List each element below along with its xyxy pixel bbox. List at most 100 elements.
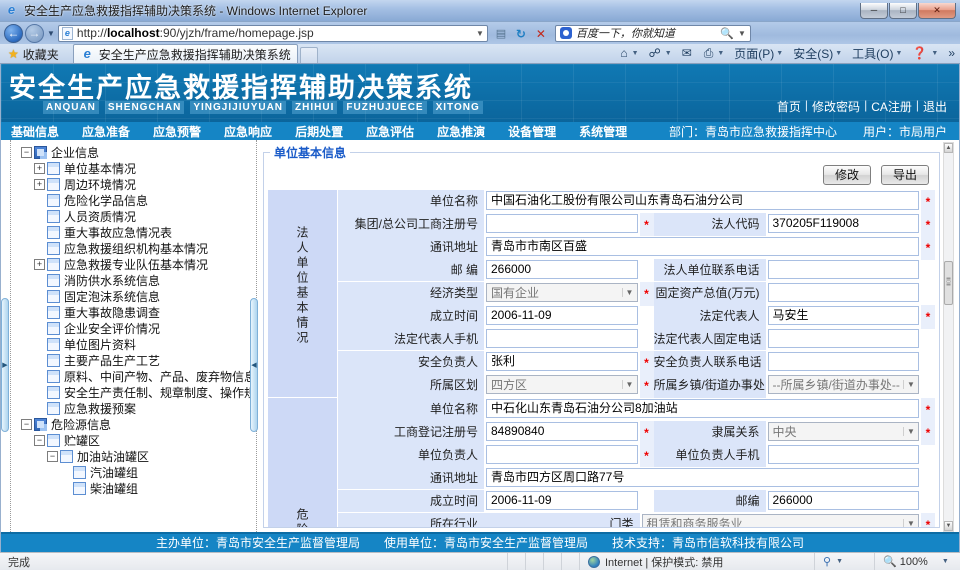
text-input[interactable] xyxy=(486,214,638,233)
scrollbar-thumb[interactable] xyxy=(944,261,953,305)
tree-item[interactable]: −加油站油罐区 xyxy=(11,448,256,464)
home-button[interactable]: ⌂▼ xyxy=(615,46,643,60)
expand-icon[interactable]: + xyxy=(34,179,45,190)
tree-item[interactable]: +周边环境情况 xyxy=(11,176,256,192)
tree-item[interactable]: 企业安全评价情况 xyxy=(11,320,256,336)
search-dropdown-icon[interactable]: ▼ xyxy=(734,29,746,38)
left-splitter-handle[interactable]: ▶ xyxy=(1,298,9,432)
text-input[interactable] xyxy=(768,352,920,371)
menu-item[interactable]: 系统管理 xyxy=(575,123,646,140)
collapse-icon[interactable]: − xyxy=(21,147,32,158)
search-box[interactable]: 百度一下，你就知道 🔍 ▼ xyxy=(555,25,751,42)
tree-item[interactable]: −企业信息 xyxy=(11,144,256,160)
favorites-button[interactable]: ★ 收藏夹 xyxy=(0,45,67,63)
text-input[interactable] xyxy=(486,445,638,464)
address-dropdown-icon[interactable]: ▼ xyxy=(472,29,484,38)
tree-item[interactable]: 重大事故隐患调查 xyxy=(11,304,256,320)
text-input[interactable]: 青岛市市南区百盛 xyxy=(486,237,919,256)
text-input[interactable] xyxy=(768,329,920,348)
text-input[interactable]: 266000 xyxy=(768,491,920,510)
collapse-icon[interactable]: − xyxy=(21,419,32,430)
collapse-icon[interactable]: − xyxy=(47,451,58,462)
tree-item[interactable]: 汽油罐组 xyxy=(11,464,256,480)
select-input[interactable]: --所属乡镇/街道办事处--▼ xyxy=(768,375,920,394)
new-tab-button[interactable] xyxy=(300,47,318,63)
text-input[interactable]: 370205F119008 xyxy=(768,214,920,233)
text-input[interactable] xyxy=(768,283,920,302)
tree-item[interactable]: 消防供水系统信息 xyxy=(11,272,256,288)
menu-item[interactable]: 基础信息 xyxy=(7,123,78,140)
zoom-level-control[interactable]: 🔍 100% ▼ xyxy=(874,553,960,570)
banner-link-1[interactable]: 修改密码 xyxy=(810,98,862,115)
page-menu[interactable]: 页面(P)▼ xyxy=(729,45,788,62)
tree-item[interactable]: 单位图片资料 xyxy=(11,336,256,352)
select-input[interactable]: 中央▼ xyxy=(768,422,920,441)
tree-item[interactable]: 应急救援组织机构基本情况 xyxy=(11,240,256,256)
scroll-down-arrow[interactable]: ▼ xyxy=(944,521,953,531)
tree-item[interactable]: −危险源信息 xyxy=(11,416,256,432)
expand-icon[interactable]: + xyxy=(34,163,45,174)
collapse-icon[interactable]: − xyxy=(34,435,45,446)
tree-item[interactable]: +应急救援专业队伍基本情况 xyxy=(11,256,256,272)
modify-button[interactable]: 修改 xyxy=(823,165,871,185)
maximize-button[interactable]: □ xyxy=(889,3,917,19)
text-input[interactable]: 266000 xyxy=(486,260,638,279)
stop-button[interactable]: ✕ xyxy=(531,24,551,43)
menu-item[interactable]: 应急响应 xyxy=(220,123,291,140)
text-input[interactable] xyxy=(768,260,920,279)
close-button[interactable]: ✕ xyxy=(918,3,956,19)
address-bar[interactable]: e http://localhost:90/yjzh/frame/homepag… xyxy=(58,25,488,42)
compatibility-view-button[interactable]: ▤ xyxy=(491,24,511,43)
select-input[interactable]: 国有企业▼ xyxy=(486,283,638,302)
forward-button[interactable]: → xyxy=(25,24,44,43)
url-text[interactable]: http://localhost:90/yjzh/frame/homepage.… xyxy=(77,26,472,40)
menu-item[interactable]: 设备管理 xyxy=(504,123,575,140)
tree-item[interactable]: 重大事故应急情况表 xyxy=(11,224,256,240)
export-button[interactable]: 导出 xyxy=(881,165,929,185)
content-scrollbar[interactable]: ▲ ▼ xyxy=(943,142,954,532)
page-zoom-button[interactable]: ⚲ ▼ xyxy=(814,553,874,570)
tree-collapse-handle[interactable]: ◀ xyxy=(250,298,258,432)
help-menu[interactable]: ❓▼ xyxy=(907,46,943,60)
search-icon[interactable]: 🔍 xyxy=(720,27,734,40)
back-button[interactable]: ← xyxy=(4,24,23,43)
minimize-button[interactable]: ─ xyxy=(860,3,888,19)
text-input[interactable]: 中国石油化工股份有限公司山东青岛石油分公司 xyxy=(486,191,919,210)
text-input[interactable] xyxy=(486,329,638,348)
tools-menu[interactable]: 工具(O)▼ xyxy=(847,45,907,62)
active-tab[interactable]: e 安全生产应急救援指挥辅助决策系统 xyxy=(73,44,298,63)
tree-item[interactable]: −贮罐区 xyxy=(11,432,256,448)
feeds-button[interactable]: ☍▼ xyxy=(644,46,677,60)
select-input[interactable]: 租赁和商务服务业▼ xyxy=(642,514,920,528)
tree-item[interactable]: 应急救援预案 xyxy=(11,400,256,416)
safety-menu[interactable]: 安全(S)▼ xyxy=(788,45,847,62)
text-input[interactable]: 青岛市四方区周口路77号 xyxy=(486,468,919,487)
refresh-button[interactable]: ↻ xyxy=(511,24,531,43)
menu-item[interactable]: 应急评估 xyxy=(362,123,433,140)
banner-link-2[interactable]: CA注册 xyxy=(869,98,914,115)
tree-item[interactable]: 危险化学品信息 xyxy=(11,192,256,208)
text-input[interactable]: 2006-11-09 xyxy=(486,491,638,510)
text-input[interactable]: 中石化山东青岛石油分公司8加油站 xyxy=(486,399,919,418)
banner-link-3[interactable]: 退出 xyxy=(921,98,949,115)
tree-item[interactable]: +单位基本情况 xyxy=(11,160,256,176)
text-input[interactable]: 张利 xyxy=(486,352,638,371)
tree-item[interactable]: 柴油罐组 xyxy=(11,480,256,496)
tree-item[interactable]: 原料、中间产物、产品、废弃物信息 xyxy=(11,368,256,384)
tree-item[interactable]: 安全生产责任制、规章制度、操作规程信息 xyxy=(11,384,256,400)
read-mail-button[interactable]: ✉ xyxy=(677,46,699,60)
expand-icon[interactable]: + xyxy=(34,259,45,270)
tree-item[interactable]: 固定泡沫系统信息 xyxy=(11,288,256,304)
text-input[interactable]: 84890840 xyxy=(486,422,638,441)
search-input[interactable]: 百度一下，你就知道 xyxy=(576,25,720,41)
text-input[interactable] xyxy=(768,445,920,464)
tree-item[interactable]: 人员资质情况 xyxy=(11,208,256,224)
tree-item[interactable]: 主要产品生产工艺 xyxy=(11,352,256,368)
menu-item[interactable]: 应急预警 xyxy=(149,123,220,140)
menu-item[interactable]: 应急推演 xyxy=(433,123,504,140)
menu-item[interactable]: 应急准备 xyxy=(78,123,149,140)
overflow-chevron[interactable]: » xyxy=(943,46,960,60)
print-button[interactable]: ⎙▼ xyxy=(699,46,730,61)
menu-item[interactable]: 后期处置 xyxy=(291,123,362,140)
recent-pages-dropdown[interactable]: ▼ xyxy=(47,29,55,38)
